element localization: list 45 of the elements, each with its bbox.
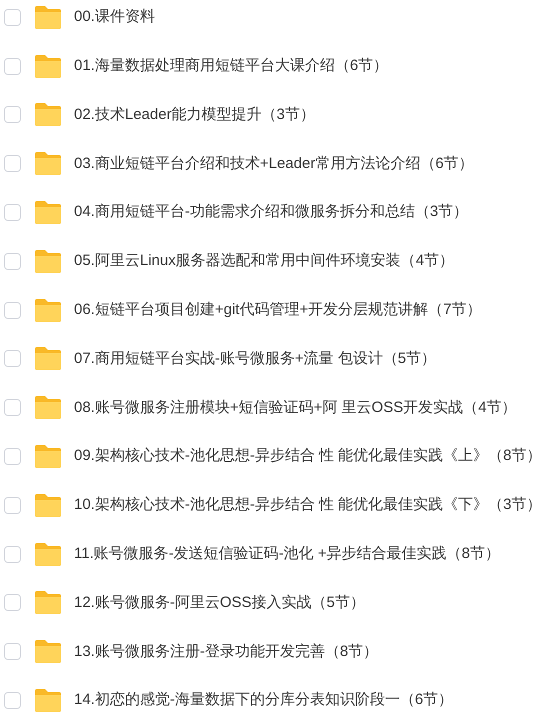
checkbox[interactable]	[4, 302, 21, 319]
folder-icon	[35, 494, 61, 517]
folder-icon	[35, 103, 61, 126]
folder-icon	[35, 542, 61, 566]
folder-name[interactable]: 06.短链平台项目创建+git代码管理+开发分层规范讲解（7节）	[74, 298, 482, 322]
folder-icon	[35, 6, 61, 29]
checkbox[interactable]	[4, 594, 21, 612]
folder-name[interactable]: 00.课件资料	[74, 6, 155, 29]
checkbox[interactable]	[4, 546, 21, 563]
folder-icon	[35, 152, 61, 176]
folder-name[interactable]: 09.架构核心技术-池化思想-异步结合 性 能优化最佳实践《上》（8节）	[74, 445, 542, 468]
folder-name[interactable]: 02.技术Leader能力模型提升（3节）	[74, 104, 315, 126]
folder-icon	[35, 445, 61, 468]
folder-icon	[35, 347, 61, 370]
folder-name[interactable]: 10.架构核心技术-池化思想-异步结合 性 能优化最佳实践《下》（3节）	[74, 494, 542, 517]
folder-icon	[35, 396, 61, 420]
folder-name[interactable]: 13.账号微服务注册-登录功能开发完善（8节）	[74, 640, 378, 663]
checkbox[interactable]	[4, 252, 21, 270]
checkbox[interactable]	[4, 106, 21, 124]
checkbox[interactable]	[4, 8, 21, 26]
checkbox[interactable]	[4, 155, 21, 172]
checkbox[interactable]	[4, 399, 21, 416]
checkbox[interactable]	[4, 58, 21, 75]
checkbox[interactable]	[4, 204, 21, 222]
folder-icon	[35, 298, 61, 322]
folder-name[interactable]: 08.账号微服务注册模块+短信验证码+阿 里云OSS开发实战（4节）	[74, 396, 517, 420]
folder-name[interactable]: 07.商用短链平台实战-账号微服务+流量 包设计（5节）	[74, 348, 436, 370]
folder-icon	[35, 689, 61, 712]
checkbox[interactable]	[4, 643, 21, 660]
folder-icon	[35, 54, 61, 78]
folder-name[interactable]: 01.海量数据处理商用短链平台大课介绍（6节）	[74, 54, 388, 78]
checkbox[interactable]	[4, 448, 21, 466]
folder-name[interactable]: 03.商业短链平台介绍和技术+Leader常用方法论介绍（6节）	[74, 152, 474, 176]
folder-icon	[35, 201, 61, 224]
folder-icon	[35, 640, 61, 664]
folder-name[interactable]: 05.阿里云Linux服务器选配和常用中间件环境安装（4节）	[74, 250, 454, 273]
checkbox[interactable]	[4, 350, 21, 368]
folder-name[interactable]: 12.账号微服务-阿里云OSS接入实战（5节）	[74, 592, 365, 614]
folder-icon	[35, 250, 61, 273]
folder-name[interactable]: 11.账号微服务-发送短信验证码-池化 +异步结合最佳实践（8节）	[74, 542, 500, 566]
checkbox[interactable]	[4, 692, 21, 710]
checkbox[interactable]	[4, 496, 21, 514]
folder-name[interactable]: 04.商用短链平台-功能需求介绍和微服务拆分和总结（3节）	[74, 201, 468, 224]
folder-name[interactable]: 14.初恋的感觉-海量数据下的分库分表知识阶段一（6节）	[74, 689, 454, 712]
folder-icon	[35, 591, 61, 614]
